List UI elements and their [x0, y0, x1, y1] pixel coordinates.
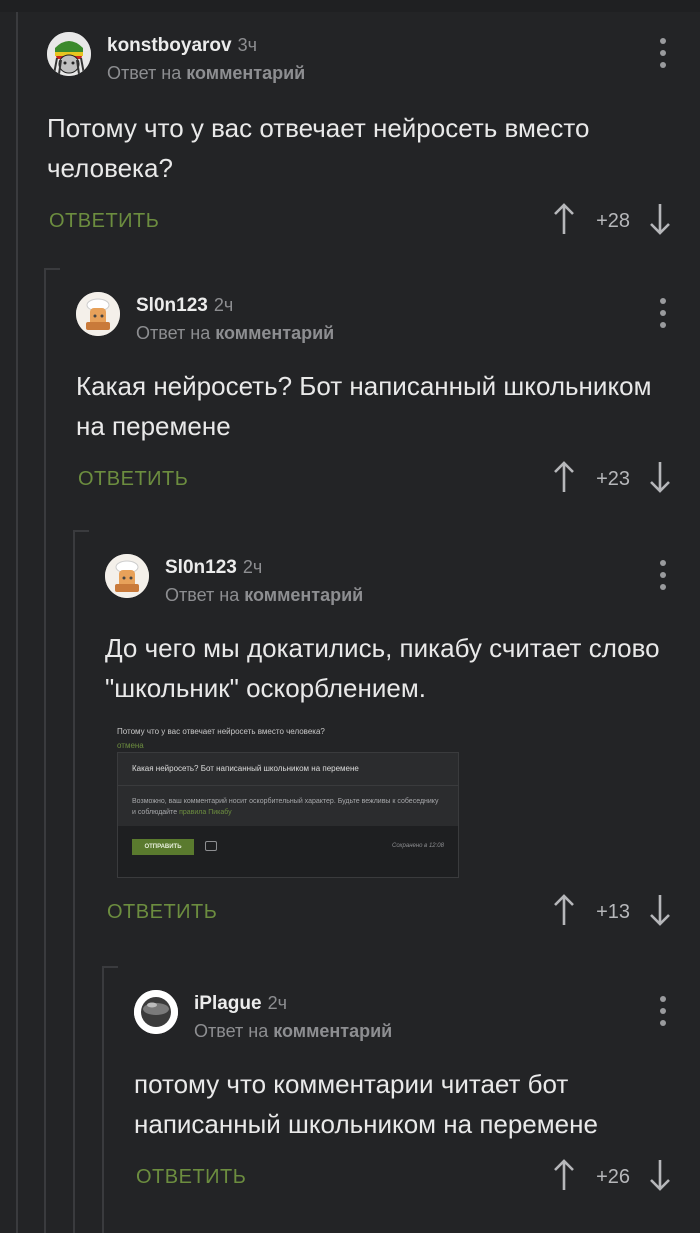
- comment-3: Sl0n123 2ч Ответ на комментарий До чего м…: [105, 554, 700, 708]
- screenshot-divider: [118, 785, 458, 786]
- reply-to-link[interactable]: Ответ на комментарий: [194, 1021, 392, 1042]
- avatar-rasta-icon: [47, 32, 91, 76]
- comment-actions: ОТВЕТИТЬ +26: [134, 1158, 700, 1202]
- reply-target[interactable]: комментарий: [186, 63, 305, 83]
- comment-actions: ОТВЕТИТЬ +23: [76, 460, 700, 504]
- screenshot-saved-status: Сохранено в 12:08: [392, 843, 444, 849]
- comment-actions: ОТВЕТИТЬ +28: [47, 202, 700, 246]
- thread-line-3[interactable]: [73, 532, 75, 1233]
- rating-score: +13: [596, 901, 630, 923]
- reply-prefix: Ответ на: [194, 1021, 269, 1041]
- screenshot-input-text: Какая нейросеть? Бот написанный школьник…: [132, 764, 359, 773]
- reply-target[interactable]: комментарий: [215, 323, 334, 343]
- thread-line-2[interactable]: [44, 270, 46, 1233]
- more-menu-icon[interactable]: [658, 996, 668, 1026]
- reply-to-link[interactable]: Ответ на комментарий: [165, 585, 363, 606]
- downvote-arrow-icon[interactable]: [648, 893, 672, 927]
- thread-branch-2: [44, 268, 60, 270]
- comment-header: konstboyarov 3ч Ответ на комментарий: [47, 32, 700, 92]
- upvote-arrow-icon[interactable]: [552, 1158, 576, 1192]
- comment-text: Потому что у вас отвечает нейросеть вмес…: [47, 113, 590, 183]
- comment-1: konstboyarov 3ч Ответ на комментарий Пото…: [47, 32, 700, 246]
- comment-time: 2ч: [242, 557, 263, 577]
- screenshot-rules-link: правила Пикабу: [179, 809, 232, 816]
- attached-screenshot[interactable]: Потому что у вас отвечает нейросеть вмес…: [117, 715, 459, 880]
- comment-time: 2ч: [213, 295, 234, 315]
- reply-target[interactable]: комментарий: [273, 1021, 392, 1041]
- author-name[interactable]: konstboyarov 3ч: [107, 35, 257, 57]
- avatar-chef-elephant-icon: [76, 292, 120, 336]
- comment-time: 3ч: [237, 35, 257, 55]
- screenshot-send-button: ОТПРАВИТЬ: [132, 839, 194, 855]
- more-menu-icon[interactable]: [658, 38, 668, 68]
- rating-score: +26: [596, 1166, 630, 1188]
- upvote-arrow-icon[interactable]: [552, 893, 576, 927]
- reply-to-link[interactable]: Ответ на комментарий: [136, 323, 334, 344]
- reply-prefix: Ответ на: [107, 63, 182, 83]
- reply-button[interactable]: ОТВЕТИТЬ: [49, 210, 159, 233]
- reply-prefix: Ответ на: [136, 323, 211, 343]
- thread-branch-3: [73, 530, 89, 532]
- comment-actions: ОТВЕТИТЬ +13: [105, 893, 700, 937]
- screenshot-warning: Возможно, ваш комментарий носит оскорбит…: [132, 798, 439, 816]
- rating-score: +23: [596, 468, 630, 490]
- thread-line-4[interactable]: [102, 968, 104, 1233]
- user-avatar[interactable]: [76, 292, 120, 336]
- comment-4: iPlague 2ч Ответ на комментарий потому чт…: [134, 990, 700, 1202]
- screenshot-quote: Потому что у вас отвечает нейросеть вмес…: [117, 727, 325, 736]
- more-menu-icon[interactable]: [658, 560, 668, 590]
- reply-prefix: Ответ на: [165, 585, 240, 605]
- reply-button[interactable]: ОТВЕТИТЬ: [107, 901, 217, 924]
- downvote-arrow-icon[interactable]: [648, 1158, 672, 1192]
- comment-header: Sl0n123 2ч Ответ на комментарий: [105, 554, 700, 614]
- upvote-arrow-icon[interactable]: [552, 202, 576, 236]
- more-menu-icon[interactable]: [658, 298, 668, 328]
- comment-2: Sl0n123 2ч Ответ на комментарий Какая ней…: [76, 292, 700, 504]
- comment-text: Какая нейросеть? Бот написанный школьник…: [76, 371, 652, 441]
- reply-target[interactable]: комментарий: [244, 585, 363, 605]
- reply-to-link[interactable]: Ответ на комментарий: [107, 63, 305, 84]
- avatar-sphere-icon: [134, 990, 178, 1034]
- comment-text: потому что комментарии читает бот написа…: [134, 1069, 598, 1139]
- screenshot-comment-form: Какая нейросеть? Бот написанный школьник…: [117, 752, 459, 878]
- user-avatar[interactable]: [47, 32, 91, 76]
- screenshot-cancel-link: отмена: [117, 741, 144, 750]
- camera-icon: [205, 841, 217, 851]
- author-name[interactable]: Sl0n123 2ч: [136, 295, 233, 317]
- comment-time: 2ч: [267, 993, 287, 1013]
- thread-branch-4: [102, 966, 118, 968]
- reply-button[interactable]: ОТВЕТИТЬ: [78, 468, 188, 491]
- user-avatar[interactable]: [105, 554, 149, 598]
- comment-text: До чего мы докатились, пикабу считает сл…: [105, 633, 660, 703]
- comment-3-actions-wrap: ОТВЕТИТЬ +13: [105, 893, 700, 937]
- screenshot-form-footer: ОТПРАВИТЬ Сохранено в 12:08: [118, 826, 458, 877]
- user-avatar[interactable]: [134, 990, 178, 1034]
- downvote-arrow-icon[interactable]: [648, 202, 672, 236]
- upvote-arrow-icon[interactable]: [552, 460, 576, 494]
- downvote-arrow-icon[interactable]: [648, 460, 672, 494]
- avatar-chef-elephant-icon: [105, 554, 149, 598]
- comment-header: Sl0n123 2ч Ответ на комментарий: [76, 292, 700, 352]
- comment-header: iPlague 2ч Ответ на комментарий: [134, 990, 700, 1050]
- top-edge: [0, 0, 700, 12]
- author-name[interactable]: iPlague 2ч: [194, 993, 287, 1015]
- rating-score: +28: [596, 210, 630, 232]
- author-name[interactable]: Sl0n123 2ч: [165, 557, 262, 579]
- thread-line-1[interactable]: [16, 12, 18, 1233]
- reply-button[interactable]: ОТВЕТИТЬ: [136, 1166, 246, 1189]
